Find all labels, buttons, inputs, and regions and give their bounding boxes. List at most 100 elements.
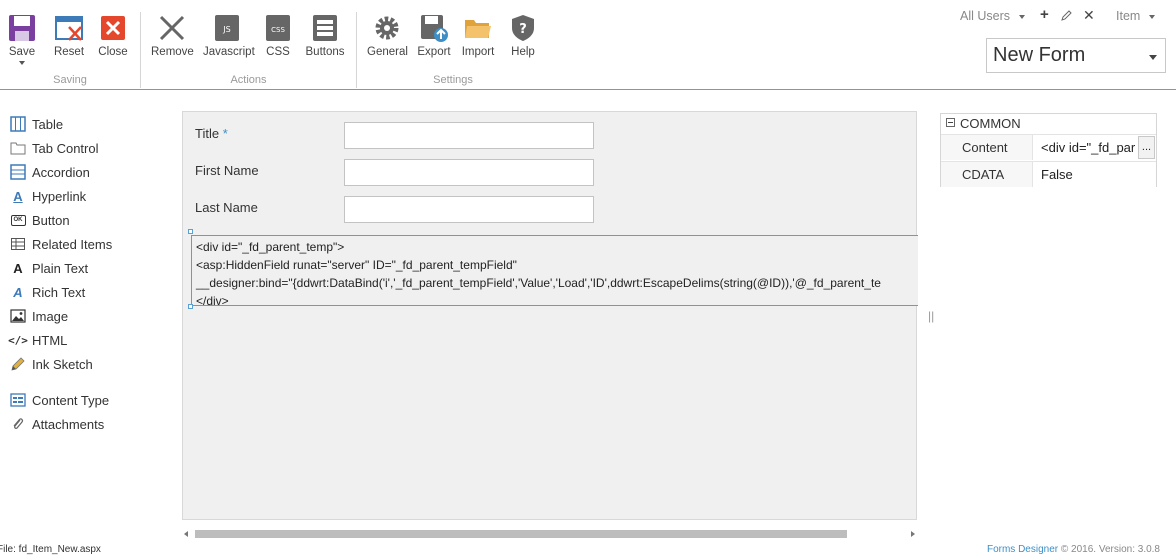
copyright-text: © 2016. Version: 3.0.8 <box>1060 544 1160 555</box>
toolbox-item-label: Content Type <box>32 392 110 408</box>
button-icon: OK <box>10 212 26 228</box>
javascript-button[interactable]: JS Javascript <box>203 14 255 58</box>
property-value-text: <div id="_fd_par <box>1041 140 1136 155</box>
scrollbar-thumb[interactable] <box>195 530 847 538</box>
form-selector[interactable]: New Form <box>986 38 1166 73</box>
cdata-property-value[interactable]: False <box>1032 162 1156 187</box>
toolbox-item-label: Attachments <box>32 416 105 432</box>
close-button[interactable]: Close <box>98 14 128 58</box>
accordion-icon <box>10 164 26 180</box>
svg-text:?: ? <box>519 22 527 37</box>
product-link[interactable]: Forms Designer <box>987 544 1058 555</box>
toolbox-item-related-items[interactable]: Related Items <box>10 234 112 254</box>
properties-panel: COMMON Content <div id="_fd_par ... CDAT… <box>940 113 1157 187</box>
group-label-settings: Settings <box>433 74 473 86</box>
export-icon <box>421 15 448 42</box>
css-label: CSS <box>266 46 290 58</box>
buttons-button[interactable]: Buttons <box>305 14 345 58</box>
remove-button[interactable]: Remove <box>151 14 194 58</box>
file-status: File: fd_Item_New.aspx <box>0 544 101 555</box>
version-info: Forms Designer © 2016. Version: 3.0.8 <box>987 544 1160 555</box>
chevron-down-icon <box>1149 55 1157 60</box>
content-type-selector[interactable]: Item <box>1116 9 1155 23</box>
first-name-input[interactable] <box>344 159 594 186</box>
toolbox-item-plain-text[interactable]: A Plain Text <box>10 258 88 278</box>
delete-x-icon[interactable]: ✕ <box>1083 7 1095 24</box>
toolbox-item-html[interactable]: </> HTML <box>8 330 67 350</box>
chevron-down-icon <box>1018 14 1025 19</box>
audience-selector[interactable]: All Users <box>960 9 1025 23</box>
resize-handle[interactable] <box>188 229 193 234</box>
field-label-first-name: First Name <box>195 163 259 178</box>
title-input[interactable] <box>344 122 594 149</box>
properties-section-header[interactable]: COMMON <box>941 114 1156 134</box>
edit-content-button[interactable]: ... <box>1138 136 1155 159</box>
toolbox-item-ink-sketch[interactable]: Ink Sketch <box>10 354 93 374</box>
toolbox-item-content-type[interactable]: Content Type <box>10 390 109 410</box>
last-name-input[interactable] <box>344 196 594 223</box>
toolbox-item-rich-text[interactable]: A Rich Text <box>10 282 85 302</box>
save-dropdown-icon[interactable] <box>19 61 25 65</box>
ribbon: Save Reset Close Saving Remove JS Javasc… <box>0 0 1176 90</box>
hyperlink-icon: A <box>13 188 23 204</box>
canvas-horizontal-scrollbar[interactable] <box>182 528 917 540</box>
general-button[interactable]: General <box>367 14 408 58</box>
css-icon-text: CSS <box>271 26 285 34</box>
reset-label: Reset <box>53 46 85 58</box>
import-label: Import <box>461 46 495 58</box>
property-row-content: Content <div id="_fd_par ... <box>941 134 1156 160</box>
toolbox-item-tab-control[interactable]: Tab Control <box>10 138 98 158</box>
resize-handle[interactable] <box>188 304 193 309</box>
toolbox-item-label: Button <box>32 212 70 228</box>
html-code-line: <div id="_fd_parent_temp"> <box>196 240 345 254</box>
reset-icon <box>55 16 83 41</box>
remove-icon <box>159 15 185 41</box>
general-label: General <box>367 46 408 58</box>
toolbox-item-accordion[interactable]: Accordion <box>10 162 90 182</box>
ribbon-group-settings: General Export Import ? Help Settings <box>357 10 549 88</box>
import-button[interactable]: Import <box>461 14 495 58</box>
save-button[interactable]: Save <box>8 14 36 65</box>
audience-label: All Users <box>960 9 1011 23</box>
toolbox-item-image[interactable]: Image <box>10 306 68 326</box>
html-control[interactable]: <div id="_fd_parent_temp"> <asp:HiddenFi… <box>191 235 918 306</box>
toolbox-item-button[interactable]: OK Button <box>10 210 70 230</box>
scroll-right-icon[interactable] <box>911 531 915 537</box>
image-icon <box>10 308 26 324</box>
export-button[interactable]: Export <box>417 14 451 58</box>
export-label: Export <box>417 46 451 58</box>
javascript-label: Javascript <box>203 46 255 58</box>
toolbox-item-label: Related Items <box>32 236 113 252</box>
field-label-last-name: Last Name <box>195 200 258 215</box>
html-code-line: <asp:HiddenField runat="server" ID="_fd_… <box>196 258 517 272</box>
add-icon[interactable]: + <box>1040 6 1049 23</box>
edit-pencil-icon[interactable] <box>1061 9 1072 24</box>
panel-splitter[interactable]: || <box>928 309 934 323</box>
toolbox-item-attachments[interactable]: Attachments <box>10 414 104 434</box>
toolbox-item-label: Table <box>32 116 64 132</box>
help-button[interactable]: ? Help <box>507 14 539 58</box>
required-marker: * <box>222 126 228 141</box>
property-key: Content <box>962 140 1008 155</box>
toolbox-item-hyperlink[interactable]: A Hyperlink <box>10 186 86 206</box>
remove-label: Remove <box>151 46 194 58</box>
section-title: COMMON <box>960 116 1021 131</box>
gear-icon <box>375 16 399 40</box>
content-property-value[interactable]: <div id="_fd_par ... <box>1032 135 1156 160</box>
form-canvas[interactable]: Title * First Name Last Name <div id="_f… <box>182 111 918 520</box>
help-shield-icon: ? <box>512 15 534 41</box>
html-code-line: </div> <box>196 294 229 306</box>
reset-button[interactable]: Reset <box>52 14 86 58</box>
folder-icon <box>10 140 26 156</box>
collapse-icon[interactable] <box>946 118 955 127</box>
toolbox-item-label: Accordion <box>32 164 90 180</box>
css-button[interactable]: CSS CSS <box>263 14 293 58</box>
toolbox-item-label: Rich Text <box>32 284 86 300</box>
group-label-actions: Actions <box>230 74 267 86</box>
save-icon <box>9 15 35 41</box>
scroll-left-icon[interactable] <box>184 531 188 537</box>
content-type-label: Item <box>1116 9 1141 23</box>
toolbox-item-table[interactable]: Table <box>10 114 63 134</box>
css-file-icon: CSS <box>266 15 290 41</box>
table-icon <box>10 116 26 132</box>
